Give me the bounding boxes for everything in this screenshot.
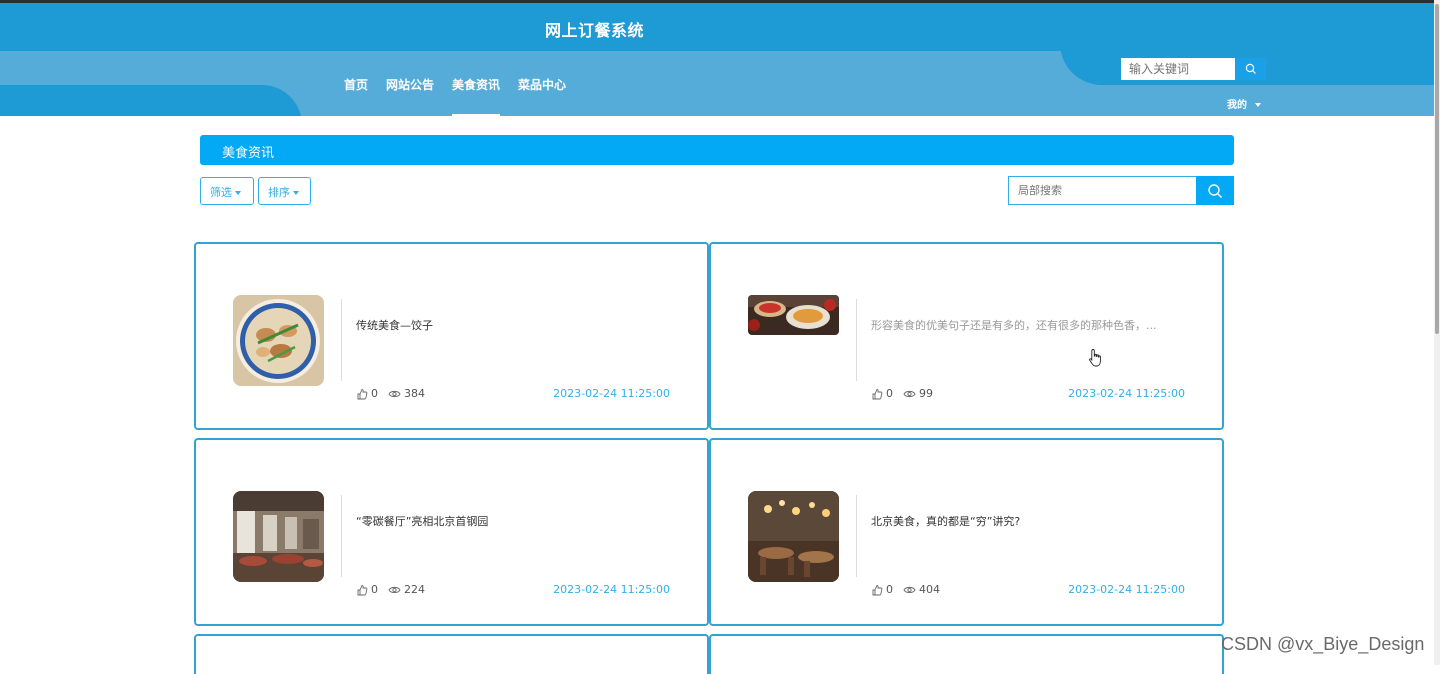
view-stat: 384 <box>388 387 425 400</box>
view-count: 224 <box>404 583 425 596</box>
eye-icon <box>903 586 916 593</box>
hand-pointer-cursor-icon <box>1089 349 1101 367</box>
like-count: 0 <box>371 583 378 596</box>
view-count: 384 <box>404 387 425 400</box>
local-search <box>1008 176 1234 205</box>
filter-label: 筛选 <box>210 186 232 199</box>
header-decoration-left <box>0 85 302 116</box>
user-menu-label: 我的 <box>1227 100 1247 111</box>
card-stats: 0 224 <box>356 583 435 596</box>
like-count: 0 <box>886 387 893 400</box>
card-divider <box>856 495 857 577</box>
news-card[interactable]: 传统美食—饺子 0 384 2023-02-24 11:25:00 <box>194 242 709 430</box>
dumplings-photo <box>233 295 324 386</box>
card-date: 2023-02-24 11:25:00 <box>1068 583 1185 596</box>
view-stat: 404 <box>903 583 940 596</box>
dining-room-photo <box>748 491 839 582</box>
card-title[interactable]: 北京美食，真的都是“穷”讲究? <box>871 513 1020 529</box>
like-count: 0 <box>886 583 893 596</box>
scrollbar-thumb[interactable] <box>1435 4 1439 334</box>
site-title: 网上订餐系统 <box>545 21 645 40</box>
thumbs-up-icon <box>872 388 883 399</box>
header-search-input[interactable] <box>1121 58 1235 80</box>
main-nav: 首页 网站公告 美食资讯 菜品中心 <box>344 76 584 116</box>
sort-button[interactable]: 排序 <box>258 177 311 205</box>
restaurant-interior-photo <box>233 491 324 582</box>
sort-label: 排序 <box>268 186 290 199</box>
filter-button[interactable]: 筛选 <box>200 177 254 205</box>
watermark: CSDN @vx_Biye_Design <box>1221 634 1425 654</box>
news-card[interactable]: 北京美食，真的都是“穷”讲究? 0 404 2023-02-24 11:25:0… <box>709 438 1224 626</box>
card-title[interactable]: 形容美食的优美句子还是有多的，还有很多的那种色香，... <box>871 317 1157 333</box>
eye-icon <box>388 390 401 397</box>
search-icon <box>1208 183 1222 198</box>
card-date: 2023-02-24 11:25:00 <box>553 583 670 596</box>
news-card[interactable] <box>194 634 709 674</box>
nav-home[interactable]: 首页 <box>344 76 368 116</box>
food-banner-photo <box>748 295 839 335</box>
user-menu[interactable]: 我的 <box>1227 96 1261 111</box>
card-stats: 0 404 <box>871 583 950 596</box>
thumbs-up-icon <box>357 388 368 399</box>
local-search-button[interactable] <box>1196 176 1234 205</box>
card-date: 2023-02-24 11:25:00 <box>1068 387 1185 400</box>
like-stat[interactable]: 0 <box>356 583 378 596</box>
nav-food-news[interactable]: 美食资讯 <box>452 76 501 116</box>
card-title[interactable]: 传统美食—饺子 <box>356 317 433 333</box>
card-stats: 0 99 <box>871 387 943 400</box>
view-count: 99 <box>919 387 933 400</box>
card-divider <box>341 495 342 577</box>
nav-announcements[interactable]: 网站公告 <box>386 76 434 116</box>
card-date: 2023-02-24 11:25:00 <box>553 387 670 400</box>
news-card[interactable]: 形容美食的优美句子还是有多的，还有很多的那种色香，... 0 99 2023-0… <box>709 242 1224 430</box>
like-stat[interactable]: 0 <box>871 583 893 596</box>
news-card[interactable] <box>709 634 1224 674</box>
site-header: 网上订餐系统 首页 网站公告 美食资讯 菜品中心 我的 <box>0 3 1440 116</box>
eye-icon <box>388 586 401 593</box>
thumbs-up-icon <box>357 584 368 595</box>
like-stat[interactable]: 0 <box>871 387 893 400</box>
news-card[interactable]: “零碳餐厅”亮相北京首钢园 0 224 2023-02-24 11:25:00 <box>194 438 709 626</box>
card-title[interactable]: “零碳餐厅”亮相北京首钢园 <box>356 513 488 529</box>
card-divider <box>341 299 342 381</box>
local-search-input[interactable] <box>1008 176 1196 205</box>
view-stat: 99 <box>903 387 933 400</box>
section-title: 美食资讯 <box>200 135 1234 165</box>
header-search <box>1121 58 1266 80</box>
chevron-down-icon <box>1255 103 1261 107</box>
eye-icon <box>903 390 916 397</box>
card-divider <box>856 299 857 381</box>
chevron-down-icon <box>235 191 241 195</box>
view-count: 404 <box>919 583 940 596</box>
search-icon <box>1245 63 1256 74</box>
thumbs-up-icon <box>872 584 883 595</box>
header-search-button[interactable] <box>1235 58 1266 80</box>
view-stat: 224 <box>388 583 425 596</box>
nav-dish-center[interactable]: 菜品中心 <box>518 76 566 116</box>
like-stat[interactable]: 0 <box>356 387 378 400</box>
like-count: 0 <box>371 387 378 400</box>
card-stats: 0 384 <box>356 387 435 400</box>
chevron-down-icon <box>293 191 299 195</box>
